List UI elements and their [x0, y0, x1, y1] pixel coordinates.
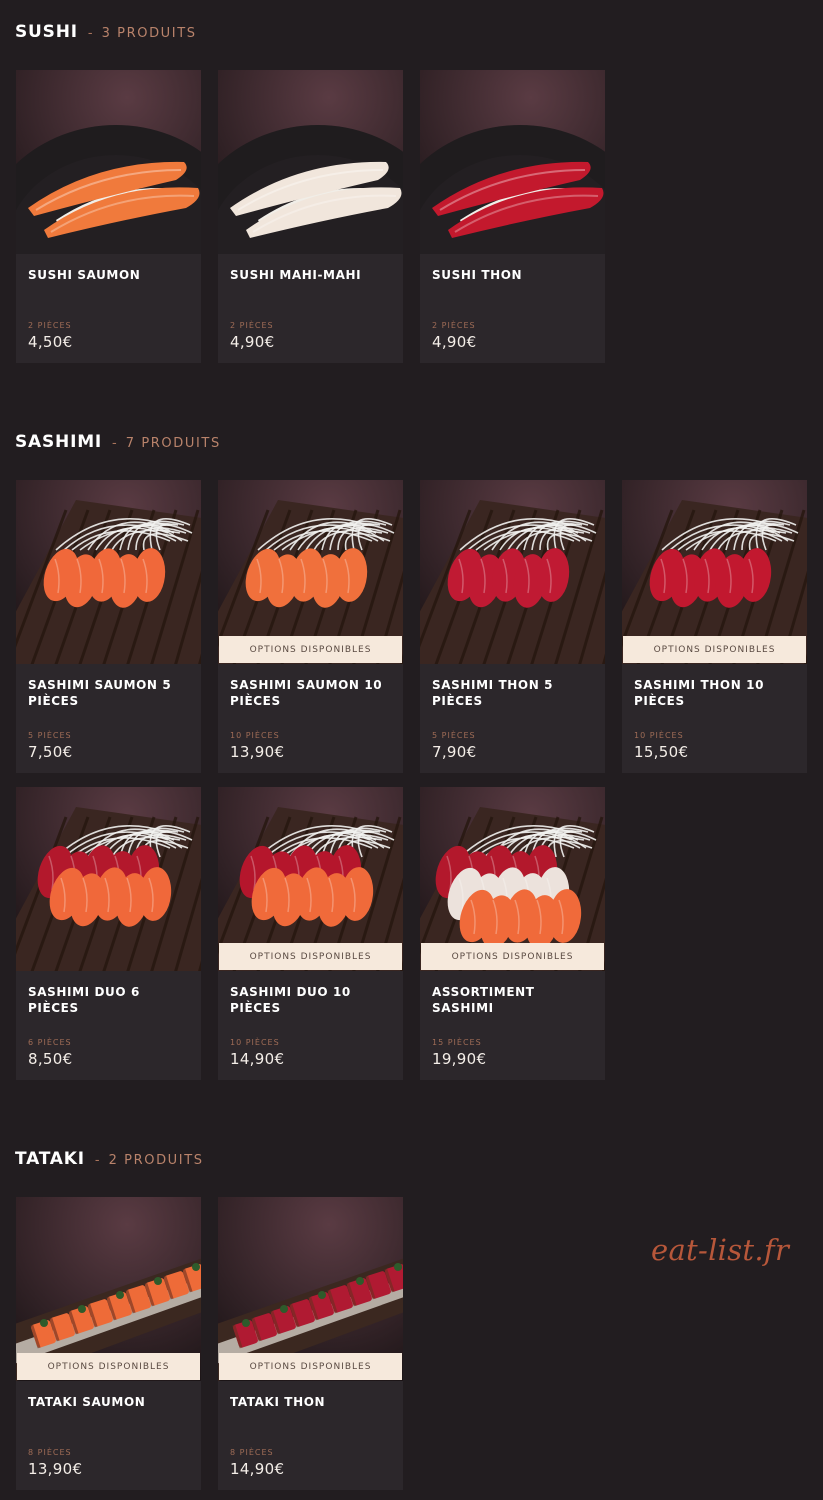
options-available-badge: OPTIONS DISPONIBLES — [219, 1353, 402, 1380]
options-available-badge: OPTIONS DISPONIBLES — [219, 943, 402, 970]
watermark: eat-list.fr — [651, 1233, 790, 1267]
product-name: SUSHI THON — [432, 268, 523, 282]
section-header: TATAKI -2 PRODUITS — [15, 1149, 204, 1173]
product-name: SASHIMI DUO 6 PIÈCES — [28, 985, 140, 1015]
section-separator: - — [112, 436, 117, 451]
section-title: SUSHI — [15, 22, 78, 42]
product-photo[interactable] — [16, 70, 201, 254]
product-name: TATAKI THON — [230, 1395, 326, 1409]
product-price: 4,90€ — [230, 333, 275, 351]
section-header: SASHIMI -7 PRODUITS — [15, 432, 221, 456]
section-title: TATAKI — [15, 1149, 85, 1169]
section-product-count: 7 PRODUITS — [125, 436, 221, 451]
product-pieces: 15 PIÈCES — [432, 1038, 482, 1047]
product-pieces: 2 PIÈCES — [432, 321, 476, 330]
product-card[interactable]: OPTIONS DISPONIBLES SASHIMI THON 10 PIÈCE… — [622, 480, 807, 773]
product-pieces: 10 PIÈCES — [634, 731, 684, 740]
product-card[interactable]: SASHIMI THON 5 PIÈCES 5 PIÈCES 7,90€ — [420, 480, 605, 773]
options-available-badge: OPTIONS DISPONIBLES — [17, 1353, 200, 1380]
product-card[interactable]: SASHIMI SAUMON 5 PIÈCES 5 PIÈCES 7,50€ — [16, 480, 201, 773]
product-pieces: 2 PIÈCES — [28, 321, 72, 330]
product-pieces: 6 PIÈCES — [28, 1038, 72, 1047]
product-card[interactable]: OPTIONS DISPONIBLES TATAKI SAUMON 8 PIÈCES… — [16, 1197, 201, 1490]
product-photo[interactable] — [218, 70, 403, 254]
product-name: SASHIMI SAUMON 10 PIÈCES — [230, 678, 383, 708]
product-price: 14,90€ — [230, 1460, 285, 1478]
product-card[interactable]: OPTIONS DISPONIBLES SASHIMI SAUMON 10 PIÈ… — [218, 480, 403, 773]
product-name: TATAKI SAUMON — [28, 1395, 146, 1409]
product-price: 19,90€ — [432, 1050, 487, 1068]
section-separator: - — [87, 26, 93, 41]
options-available-badge: OPTIONS DISPONIBLES — [421, 943, 604, 970]
options-available-badge: OPTIONS DISPONIBLES — [623, 636, 806, 663]
product-pieces: 2 PIÈCES — [230, 321, 274, 330]
section-product-count: 2 PRODUITS — [108, 1153, 204, 1168]
product-name: SASHIMI THON 5 PIÈCES — [432, 678, 554, 708]
product-name: SASHIMI SAUMON 5 PIÈCES — [28, 678, 172, 708]
product-price: 4,50€ — [28, 333, 73, 351]
product-pieces: 8 PIÈCES — [230, 1448, 274, 1457]
product-pieces: 8 PIÈCES — [28, 1448, 72, 1457]
product-price: 4,90€ — [432, 333, 477, 351]
product-price: 7,50€ — [28, 743, 73, 761]
product-card[interactable]: SUSHI SAUMON 2 PIÈCES 4,50€ — [16, 70, 201, 363]
section-title: SASHIMI — [15, 432, 103, 452]
options-available-badge: OPTIONS DISPONIBLES — [219, 636, 402, 663]
product-price: 7,90€ — [432, 743, 477, 761]
product-card[interactable]: OPTIONS DISPONIBLES SASHIMI DUO 10 PIÈCES… — [218, 787, 403, 1080]
product-price: 14,90€ — [230, 1050, 285, 1068]
product-name: ASSORTIMENT SASHIMI — [432, 985, 535, 1015]
product-name: SASHIMI DUO 10 PIÈCES — [230, 985, 351, 1015]
section-separator: - — [94, 1153, 100, 1168]
product-card[interactable]: OPTIONS DISPONIBLES ASSORTIMENT SASHIMI 15… — [420, 787, 605, 1080]
product-card[interactable]: SASHIMI DUO 6 PIÈCES 6 PIÈCES 8,50€ — [16, 787, 201, 1080]
product-name: SASHIMI THON 10 PIÈCES — [634, 678, 765, 708]
product-price: 15,50€ — [634, 743, 689, 761]
product-price: 8,50€ — [28, 1050, 73, 1068]
product-name: SUSHI SAUMON — [28, 268, 141, 282]
product-card[interactable]: SUSHI MAHI-MAHI 2 PIÈCES 4,90€ — [218, 70, 403, 363]
product-price: 13,90€ — [230, 743, 285, 761]
product-card[interactable]: SUSHI THON 2 PIÈCES 4,90€ — [420, 70, 605, 363]
product-pieces: 10 PIÈCES — [230, 731, 280, 740]
product-photo[interactable] — [420, 480, 605, 664]
product-pieces: 5 PIÈCES — [28, 731, 72, 740]
product-price: 13,90€ — [28, 1460, 83, 1478]
product-photo[interactable] — [16, 787, 201, 971]
product-photo[interactable] — [16, 480, 201, 664]
product-name: SUSHI MAHI-MAHI — [230, 268, 362, 282]
product-photo[interactable] — [420, 70, 605, 254]
section-product-count: 3 PRODUITS — [101, 26, 197, 41]
product-pieces: 5 PIÈCES — [432, 731, 476, 740]
product-pieces: 10 PIÈCES — [230, 1038, 280, 1047]
product-card[interactable]: OPTIONS DISPONIBLES TATAKI THON 8 PIÈCES 14… — [218, 1197, 403, 1490]
section-header: SUSHI -3 PRODUITS — [15, 22, 197, 46]
